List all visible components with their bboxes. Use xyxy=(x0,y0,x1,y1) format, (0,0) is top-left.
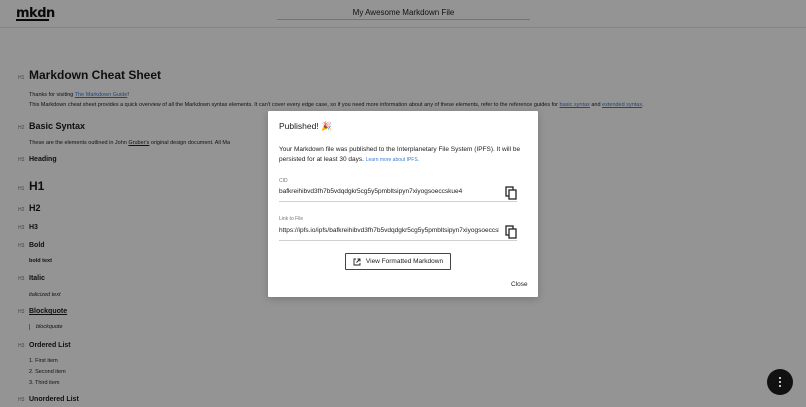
more-options-button[interactable] xyxy=(767,369,793,395)
view-button-label: View Formatted Markdown xyxy=(365,258,444,265)
copy-icon-svg xyxy=(505,225,517,239)
close-button[interactable]: Close xyxy=(511,281,528,288)
copy-icon-svg xyxy=(505,186,517,200)
cid-label: CID xyxy=(279,178,288,184)
dialog-title: Published! 🎉 xyxy=(279,121,332,131)
more-vertical-icon xyxy=(779,377,781,387)
cid-field: bafkreihibvd3fh7b5vdqdgkr5cg5y5pmbltsipy… xyxy=(279,186,517,202)
link-value[interactable]: https://ipfs.io/ipfs/bafkreihibvd3fh7b5v… xyxy=(279,227,499,234)
published-dialog: Published! 🎉 Your Markdown file was publ… xyxy=(268,111,538,297)
cid-value[interactable]: bafkreihibvd3fh7b5vdqdgkr5cg5y5pmbltsipy… xyxy=(279,188,499,195)
dialog-description: Your Markdown file was published to the … xyxy=(279,145,529,165)
learn-more-ipfs-link[interactable]: Learn more about IPFS. xyxy=(366,157,419,163)
external-link-icon xyxy=(353,258,361,265)
copy-icon[interactable] xyxy=(505,186,517,200)
copy-icon[interactable] xyxy=(505,225,517,239)
view-formatted-markdown-button[interactable]: View Formatted Markdown xyxy=(345,253,451,270)
link-label: Link to File xyxy=(279,216,304,222)
link-field: https://ipfs.io/ipfs/bafkreihibvd3fh7b5v… xyxy=(279,225,517,241)
